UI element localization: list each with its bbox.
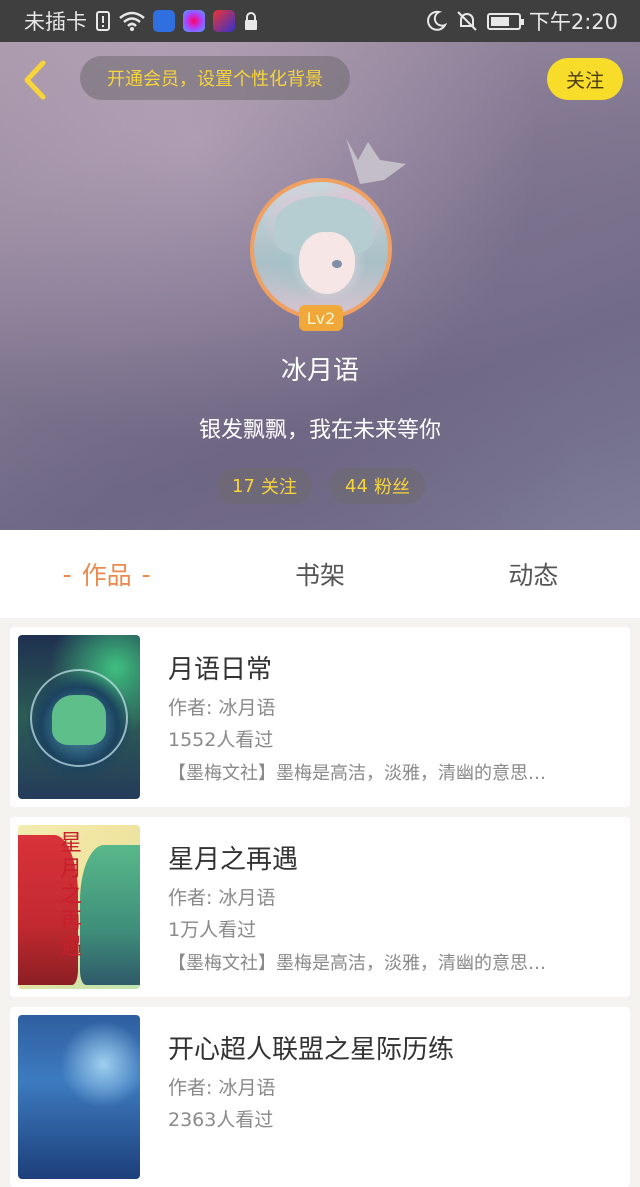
- tab-active-dash-right: -: [141, 559, 151, 589]
- tab-activity[interactable]: 动态: [427, 530, 640, 618]
- list-item[interactable]: 星月之再遇 星月之再遇 作者: 冰月语 1万人看过 【墨梅文社】墨梅是高洁，淡雅…: [10, 817, 630, 997]
- nickname: 冰月语: [280, 356, 359, 386]
- level-badge: Lv2: [299, 305, 343, 331]
- following-count-button[interactable]: 17 关注: [217, 468, 312, 504]
- follow-button[interactable]: 关注: [547, 58, 623, 100]
- mute-bell-icon: [455, 10, 479, 32]
- profile-header: 开通会员，设置个性化背景 关注 Lv2 冰月语 银发飘飘，我在未来等你 17 关…: [0, 42, 640, 530]
- moon-icon: [425, 10, 447, 32]
- app-notification-icon: [183, 10, 205, 32]
- carrier-text: 未插卡: [24, 10, 87, 34]
- video-app-icon: [213, 10, 235, 32]
- book-author: 作者: 冰月语: [168, 1077, 276, 1099]
- book-views: 1552人看过: [168, 729, 274, 751]
- book-title: 月语日常: [168, 655, 273, 685]
- tab-works[interactable]: - 作品 -: [0, 530, 213, 618]
- tab-active-dash-left: -: [62, 559, 72, 589]
- following-count: 17: [232, 475, 255, 497]
- book-author: 作者: 冰月语: [168, 697, 276, 719]
- tab-label: 作品: [81, 561, 132, 590]
- baidu-app-icon: [153, 10, 175, 32]
- book-title: 星月之再遇: [168, 845, 299, 875]
- battery-icon: [486, 12, 524, 30]
- book-title: 开心超人联盟之星际历练: [168, 1035, 455, 1065]
- sim-alert-icon: [95, 10, 111, 32]
- book-cover: 星月之再遇: [18, 825, 140, 989]
- tab-label: 书架: [294, 561, 345, 590]
- list-item[interactable]: 开心超人联盟之星际历练 作者: 冰月语 2363人看过: [10, 1007, 630, 1187]
- status-bar: 未插卡 下午2:20: [0, 0, 640, 42]
- chevron-left-icon: [24, 60, 46, 100]
- book-views: 1万人看过: [168, 919, 257, 941]
- clock-text: 下午2:20: [528, 10, 618, 34]
- book-cover: [18, 1015, 140, 1179]
- fans-count: 44: [345, 475, 368, 497]
- cover-title: 星月之再遇: [60, 831, 83, 960]
- book-cover: [18, 635, 140, 799]
- following-label: 关注: [260, 477, 297, 498]
- book-description: 【墨梅文社】墨梅是高洁，淡雅，清幽的意思…: [168, 953, 546, 974]
- wifi-icon: [119, 11, 145, 31]
- fans-label: 粉丝: [373, 477, 410, 498]
- avatar[interactable]: [250, 178, 392, 320]
- book-description: 【墨梅文社】墨梅是高洁，淡雅，清幽的意思…: [168, 763, 546, 784]
- lock-icon: [243, 11, 259, 31]
- fans-count-button[interactable]: 44 粉丝: [330, 468, 425, 504]
- signature: 银发飘飘，我在未来等你: [198, 418, 441, 443]
- book-views: 2363人看过: [168, 1109, 274, 1131]
- profile-tabs: - 作品 - 书架 动态: [0, 530, 640, 618]
- tab-label: 动态: [508, 561, 559, 590]
- list-item[interactable]: 月语日常 作者: 冰月语 1552人看过 【墨梅文社】墨梅是高洁，淡雅，清幽的意…: [10, 627, 630, 807]
- book-author: 作者: 冰月语: [168, 887, 276, 909]
- tab-bookshelf[interactable]: 书架: [213, 530, 426, 618]
- back-button[interactable]: [14, 58, 54, 102]
- vip-background-banner[interactable]: 开通会员，设置个性化背景: [80, 56, 350, 100]
